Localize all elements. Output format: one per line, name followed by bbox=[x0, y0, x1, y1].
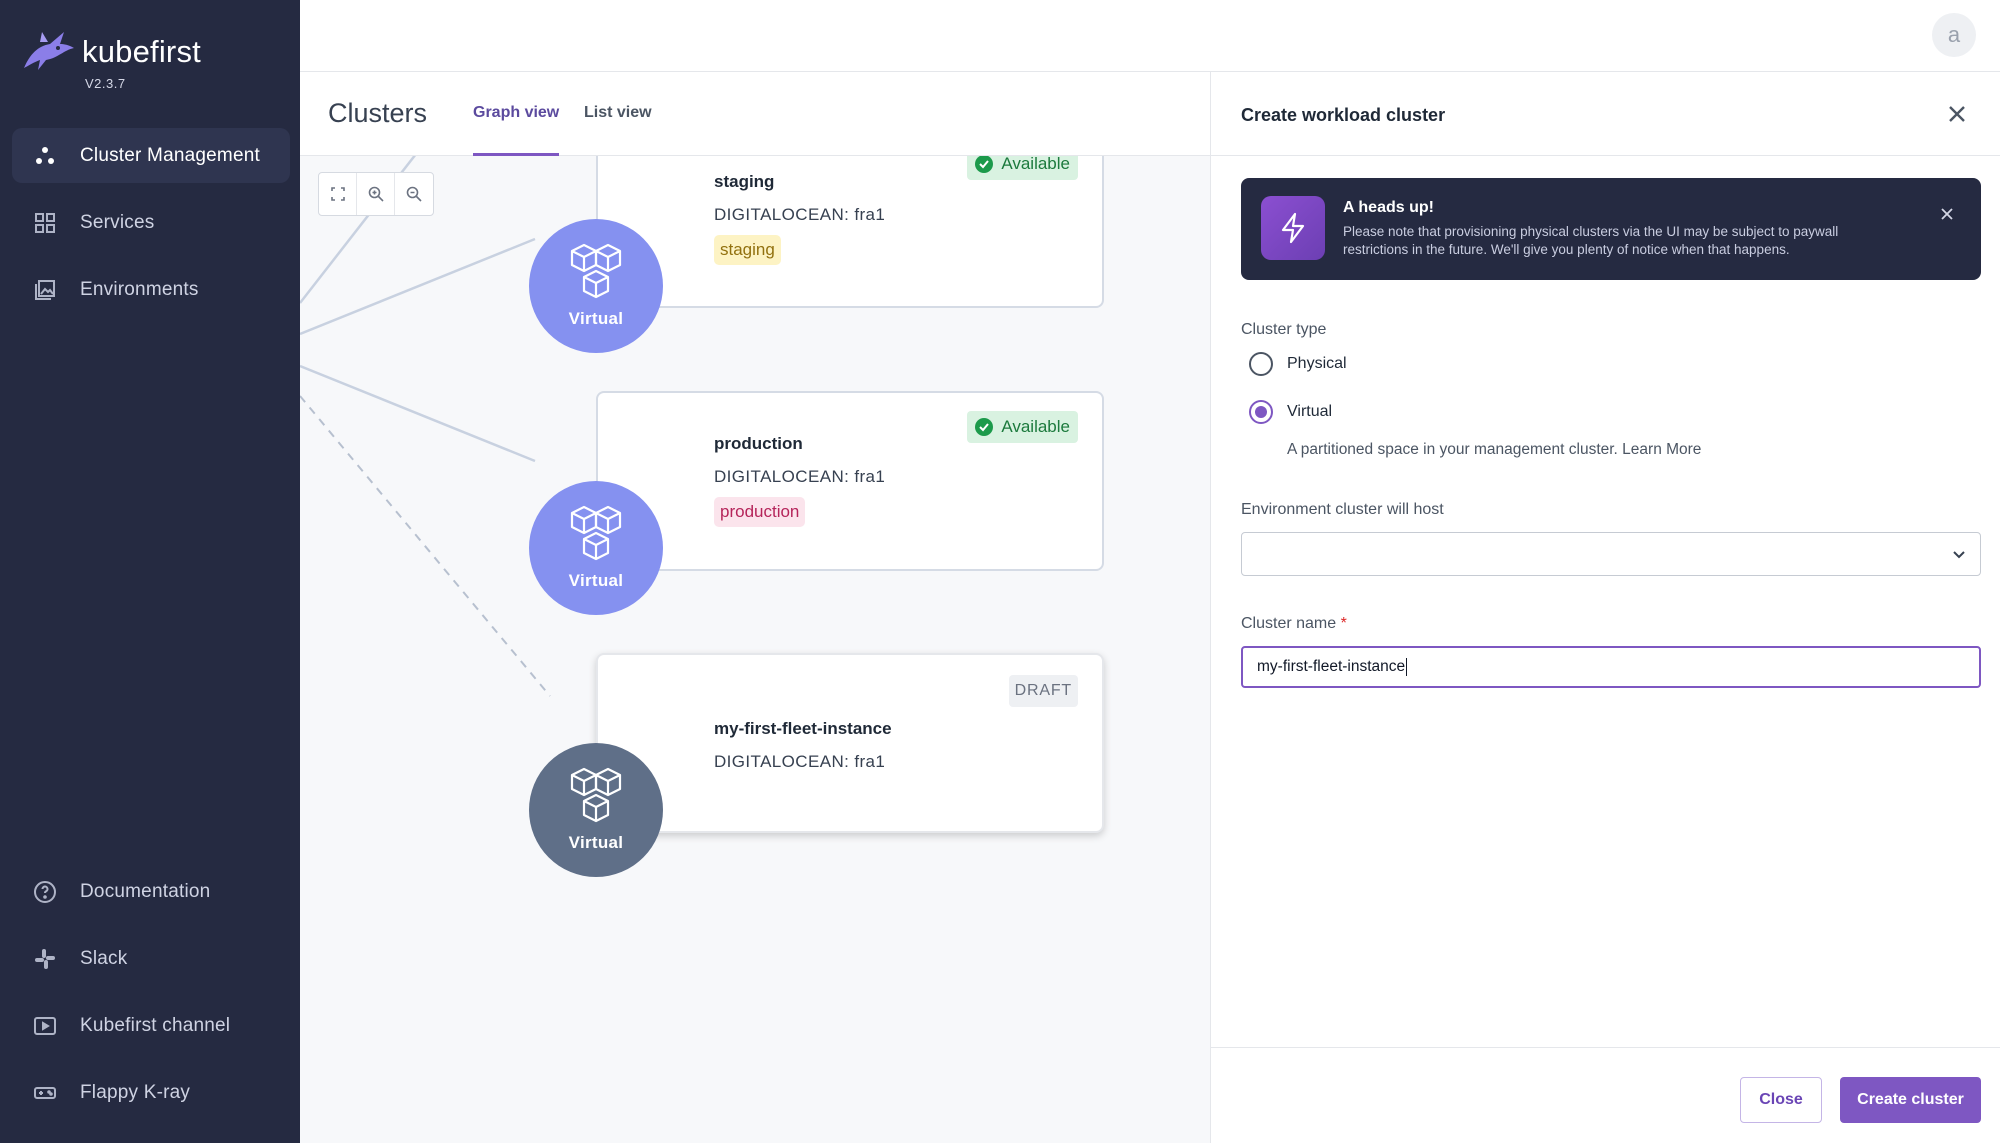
heads-up-alert: A heads up! Please note that provisionin… bbox=[1241, 178, 1981, 280]
tab-graph-view[interactable]: Graph view bbox=[473, 104, 560, 156]
check-circle-icon bbox=[975, 156, 994, 173]
environment-select[interactable] bbox=[1241, 532, 1981, 576]
radio-button[interactable] bbox=[1249, 352, 1273, 376]
app-name: kubefirst bbox=[82, 34, 201, 69]
radio-button[interactable] bbox=[1249, 400, 1273, 424]
panel-footer: Close Create cluster bbox=[1211, 1047, 2000, 1143]
cluster-card-draft[interactable]: DRAFT my-first-fleet-instance DIGITALOCE… bbox=[596, 653, 1104, 833]
clusters-header: Clusters Graph view List view bbox=[300, 72, 1210, 156]
cluster-name: production bbox=[714, 434, 803, 453]
status-badge: Available bbox=[967, 411, 1078, 443]
fit-view-button[interactable] bbox=[319, 173, 357, 215]
node-label: Virtual bbox=[568, 309, 624, 328]
cluster-card-staging[interactable]: Available staging DIGITALOCEAN: fra1 sta… bbox=[596, 156, 1104, 308]
sidebar-item-kubefirst-channel[interactable]: Kubefirst channel bbox=[12, 998, 290, 1053]
cubes-icon bbox=[570, 767, 622, 823]
cluster-location: DIGITALOCEAN: fra1 bbox=[714, 467, 886, 486]
zoom-out-icon bbox=[406, 186, 422, 202]
create-cluster-button[interactable]: Create cluster bbox=[1840, 1077, 1981, 1123]
tab-list-view[interactable]: List view bbox=[584, 104, 652, 156]
graph-controls bbox=[318, 172, 434, 216]
fullscreen-icon bbox=[330, 187, 345, 201]
gamepad-icon bbox=[32, 1080, 58, 1106]
environment-tag: production bbox=[714, 497, 806, 527]
environments-icon bbox=[32, 277, 58, 303]
radio-physical[interactable]: Physical bbox=[1249, 352, 1347, 376]
app-version: V2.3.7 bbox=[85, 76, 126, 91]
close-icon[interactable] bbox=[1941, 98, 1973, 130]
sidebar-item-documentation[interactable]: Documentation bbox=[12, 864, 290, 919]
top-bar: a bbox=[300, 0, 2000, 72]
help-circle-icon bbox=[32, 879, 58, 905]
close-button[interactable]: Close bbox=[1740, 1077, 1822, 1123]
sidebar-item-label: Slack bbox=[80, 947, 128, 969]
dismiss-alert-icon[interactable] bbox=[1939, 206, 1955, 222]
cluster-location: DIGITALOCEAN: fra1 bbox=[714, 205, 886, 224]
alert-title: A heads up! bbox=[1343, 199, 1434, 216]
sidebar-item-label: Environments bbox=[80, 278, 199, 300]
sidebar-item-label: Kubefirst channel bbox=[80, 1014, 231, 1036]
cluster-location: DIGITALOCEAN: fra1 bbox=[714, 752, 886, 771]
cubes-icon bbox=[570, 505, 622, 561]
radio-label: Physical bbox=[1287, 355, 1347, 372]
sidebar-item-label: Services bbox=[80, 211, 155, 233]
sidebar-item-flappy-k-ray[interactable]: Flappy K-ray bbox=[12, 1065, 290, 1120]
panel-header: Create workload cluster bbox=[1211, 72, 2000, 156]
cluster-card-production[interactable]: Available production DIGITALOCEAN: fra1 … bbox=[596, 391, 1104, 571]
kubefirst-logo-icon bbox=[24, 32, 74, 70]
youtube-icon bbox=[32, 1013, 58, 1039]
slack-icon bbox=[32, 946, 58, 972]
sidebar-item-cluster-management[interactable]: Cluster Management bbox=[12, 128, 290, 183]
sidebar-item-slack[interactable]: Slack bbox=[12, 931, 290, 986]
environment-label: Environment cluster will host bbox=[1241, 501, 1444, 518]
graph-canvas[interactable]: Available staging DIGITALOCEAN: fra1 sta… bbox=[300, 156, 1210, 1143]
sidebar-item-services[interactable]: Services bbox=[12, 195, 290, 250]
zoom-in-icon bbox=[368, 186, 384, 202]
environment-tag: staging bbox=[714, 235, 781, 265]
check-circle-icon bbox=[975, 418, 994, 436]
zoom-in-button[interactable] bbox=[357, 173, 395, 215]
sidebar: kubefirst V2.3.7 Cluster Management Serv… bbox=[0, 0, 300, 1143]
cluster-node-draft[interactable]: Virtual bbox=[529, 743, 663, 877]
node-label: Virtual bbox=[568, 833, 624, 852]
app-logo[interactable]: kubefirst V2.3.7 bbox=[20, 24, 201, 91]
create-cluster-panel: Create workload cluster A heads up! Plea… bbox=[1210, 72, 2000, 1143]
cluster-type-label: Cluster type bbox=[1241, 321, 1327, 338]
input-value: my-first-fleet-instance bbox=[1257, 658, 1406, 675]
draft-badge: DRAFT bbox=[1008, 675, 1078, 707]
avatar[interactable]: a bbox=[1932, 13, 1976, 57]
cluster-node-staging[interactable]: Virtual bbox=[529, 219, 663, 353]
cluster-name: staging bbox=[714, 172, 775, 191]
services-grid-icon bbox=[32, 210, 58, 236]
radio-label: Virtual bbox=[1287, 403, 1333, 420]
required-mark: * bbox=[1340, 615, 1347, 632]
cluster-type-helper: A partitioned space in your management c… bbox=[1287, 441, 1702, 458]
cluster-name-label: Cluster name * bbox=[1241, 615, 1347, 632]
lightning-icon bbox=[1261, 196, 1325, 260]
cluster-name-input[interactable]: my-first-fleet-instance bbox=[1241, 646, 1981, 688]
radio-virtual[interactable]: Virtual bbox=[1249, 400, 1332, 424]
alert-body: Please note that provisioning physical c… bbox=[1343, 224, 1839, 257]
cubes-icon bbox=[570, 243, 622, 299]
sidebar-item-label: Flappy K-ray bbox=[80, 1081, 191, 1103]
cluster-name: my-first-fleet-instance bbox=[714, 719, 892, 738]
cluster-management-icon bbox=[32, 143, 58, 169]
status-badge: Available bbox=[967, 156, 1078, 180]
sidebar-item-label: Documentation bbox=[80, 880, 211, 902]
panel-title: Create workload cluster bbox=[1241, 105, 1446, 125]
text-caret bbox=[1406, 658, 1408, 676]
zoom-out-button[interactable] bbox=[395, 173, 433, 215]
sidebar-item-label: Cluster Management bbox=[80, 144, 260, 166]
sidebar-item-environments[interactable]: Environments bbox=[12, 262, 290, 317]
node-label: Virtual bbox=[568, 571, 624, 590]
page-title: Clusters bbox=[328, 98, 428, 128]
cluster-node-production[interactable]: Virtual bbox=[529, 481, 663, 615]
chevron-down-icon bbox=[1953, 551, 1965, 559]
